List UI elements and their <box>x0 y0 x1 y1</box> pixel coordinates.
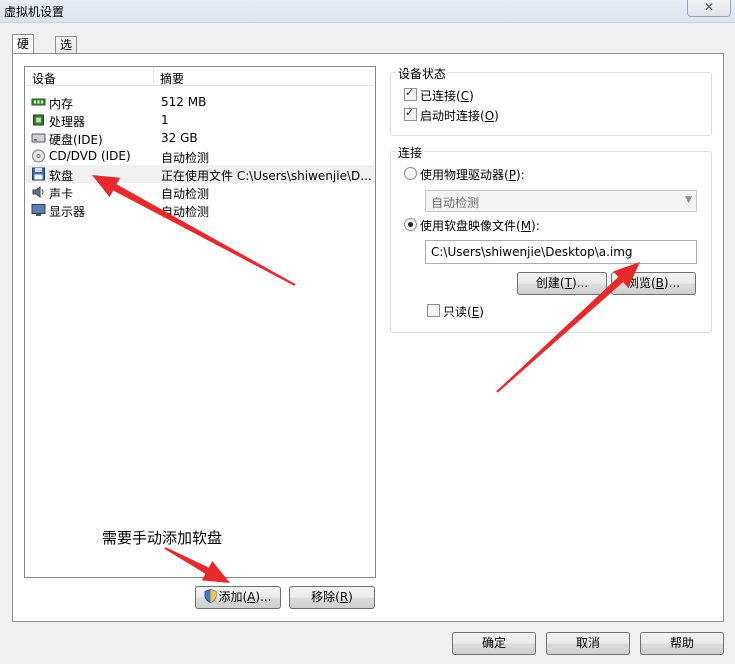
annotation-arrows <box>92 175 640 583</box>
arrow-to-floppy <box>92 175 296 286</box>
ok-button[interactable]: 确定 <box>452 632 536 655</box>
arrow-to-browse <box>496 262 640 393</box>
cancel-button[interactable]: 取消 <box>546 632 630 655</box>
arrow-to-add <box>164 547 230 583</box>
annotation-arrow-group <box>92 175 640 583</box>
help-button[interactable]: 帮助 <box>640 632 724 655</box>
